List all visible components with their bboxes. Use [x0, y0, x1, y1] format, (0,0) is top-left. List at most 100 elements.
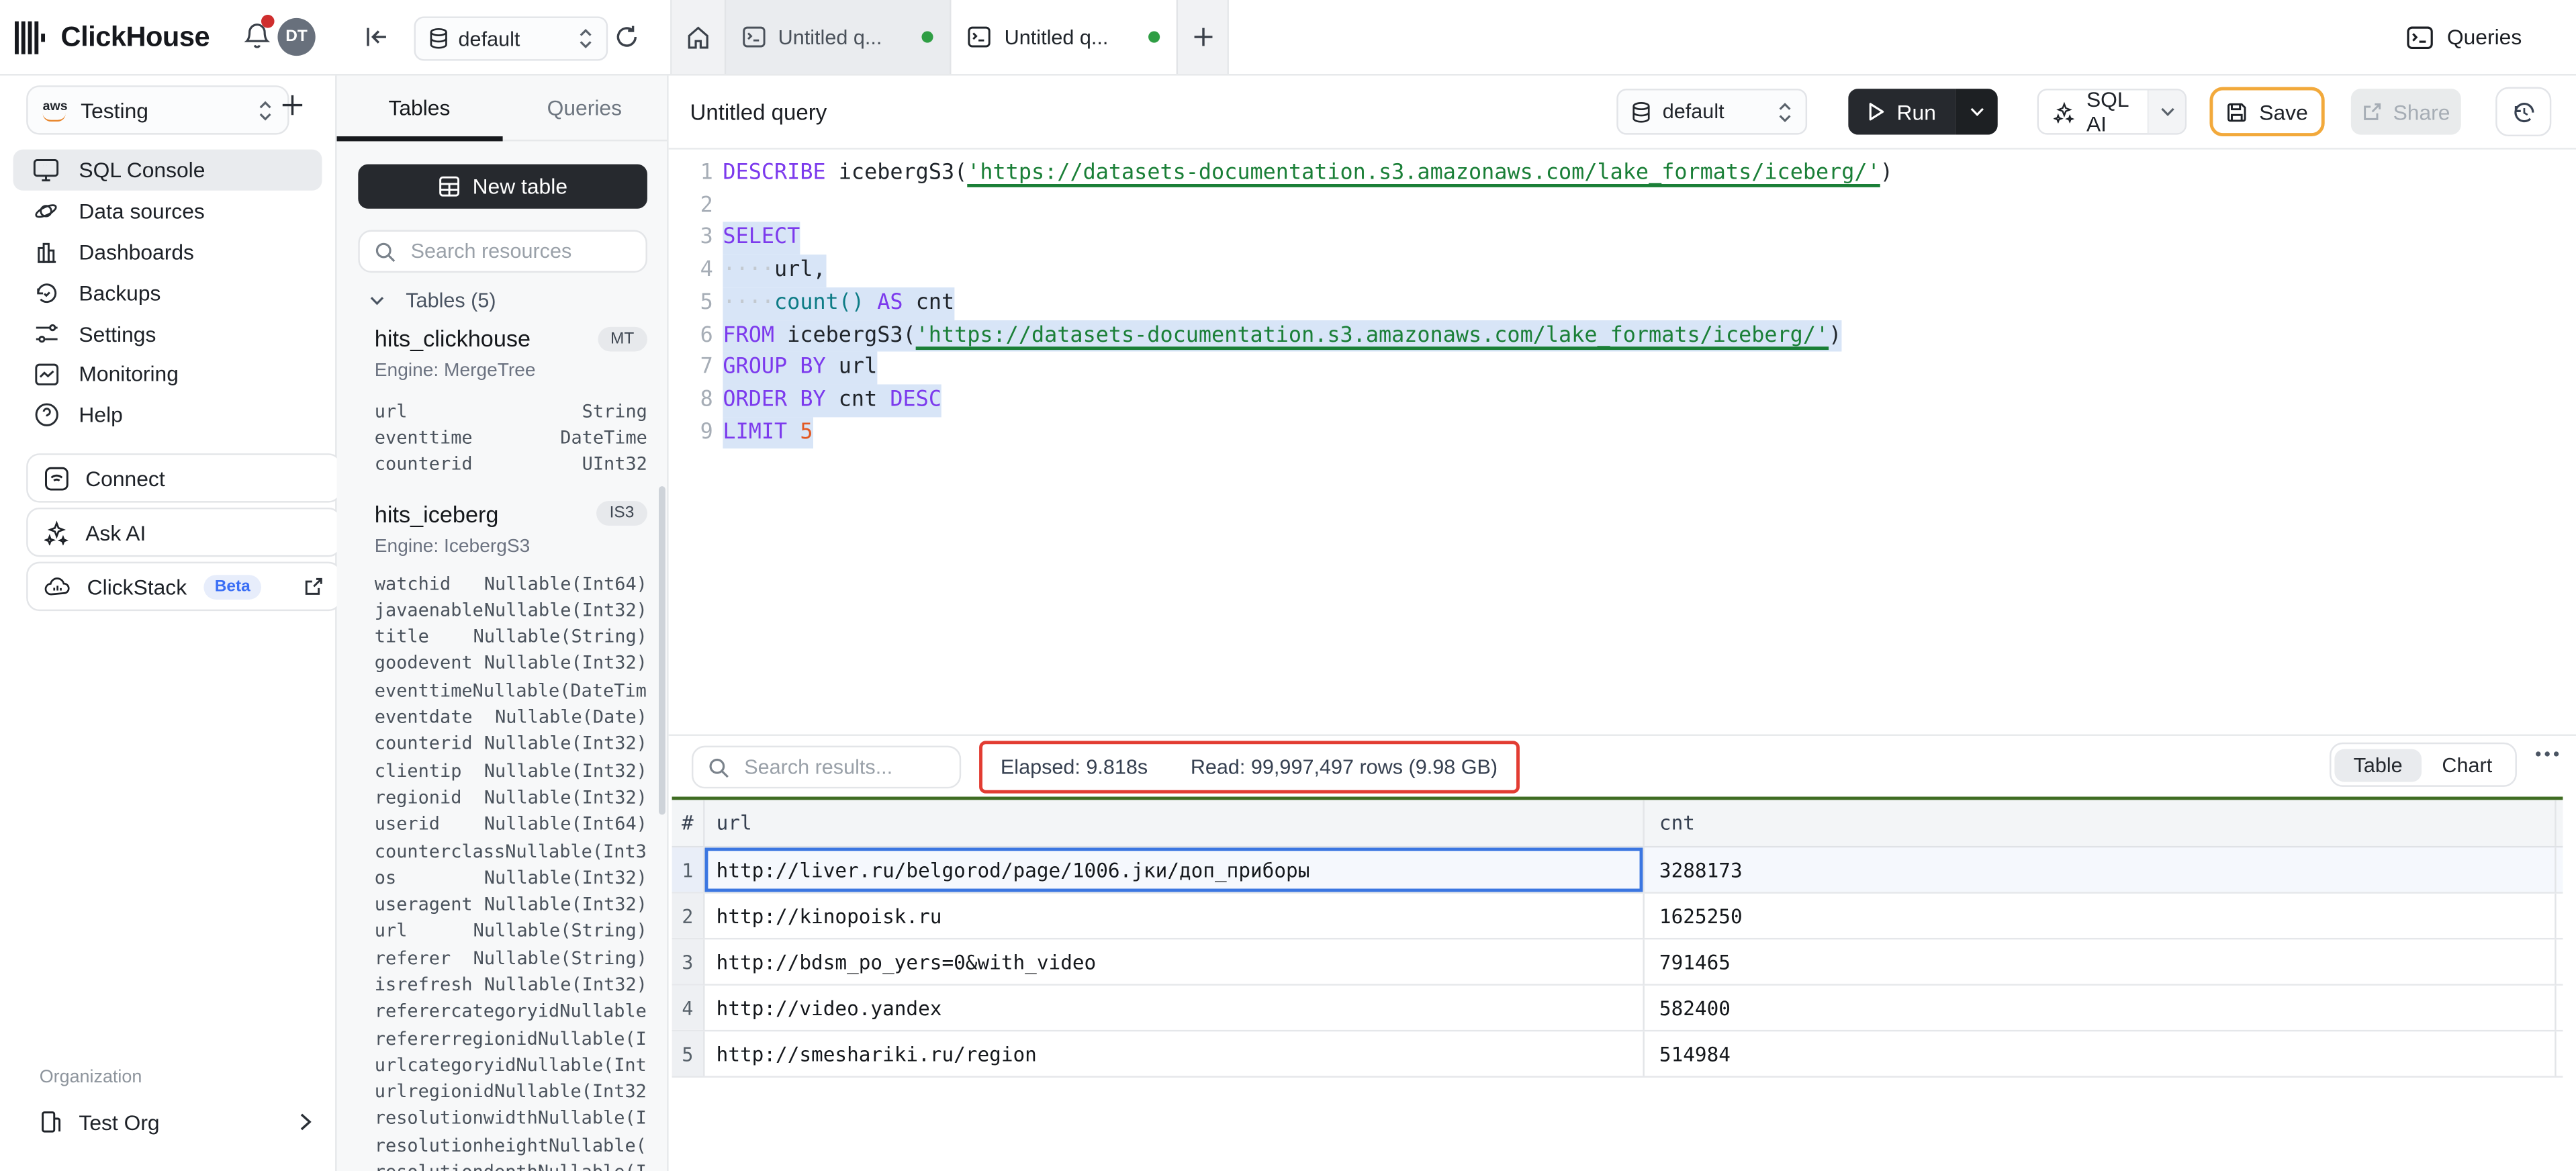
- avatar[interactable]: DT: [277, 18, 315, 56]
- cnt-cell[interactable]: 791465: [1645, 939, 2557, 984]
- sidebar-item-data-sources[interactable]: Data sources: [13, 191, 322, 232]
- code-line[interactable]: 1DESCRIBE icebergS3('https://datasets-do…: [669, 158, 2576, 190]
- sidebar-item-sql-console[interactable]: SQL Console: [13, 150, 322, 191]
- workspace-selector[interactable]: aws Testing: [26, 85, 289, 134]
- column-header-cnt[interactable]: cnt: [1645, 800, 2557, 846]
- org-selector[interactable]: Test Org: [26, 1100, 322, 1143]
- column-row[interactable]: urlString: [375, 397, 647, 424]
- column-row[interactable]: referercategoryidNullable(I: [375, 998, 647, 1025]
- column-row[interactable]: osNullable(Int32): [375, 864, 647, 891]
- column-row[interactable]: refererNullable(String): [375, 945, 647, 972]
- queries-button[interactable]: Queries: [2407, 0, 2522, 74]
- query-history-button[interactable]: [2495, 87, 2551, 136]
- clickstack-button[interactable]: ClickStack Beta: [26, 562, 342, 611]
- run-options-button[interactable]: [1955, 89, 1998, 135]
- code-line[interactable]: 4····url,: [669, 254, 2576, 287]
- column-row[interactable]: resolutionwidthNullable(Int: [375, 1105, 647, 1132]
- view-chart-button[interactable]: Chart: [2422, 748, 2512, 781]
- url-cell[interactable]: http://video.yandex: [705, 986, 1645, 1030]
- column-row[interactable]: counterclassNullable(Int32): [375, 837, 647, 864]
- column-row[interactable]: eventtimeNullable(DateTime6: [375, 677, 647, 704]
- tab-queries[interactable]: Queries: [502, 76, 667, 140]
- url-cell[interactable]: http://liver.ru/belgorod/page/1006.jки/д…: [705, 847, 1645, 892]
- table-row[interactable]: 4http://video.yandex582400: [672, 986, 2563, 1032]
- new-table-button[interactable]: New table: [358, 165, 647, 209]
- cnt-cell[interactable]: 1625250: [1645, 894, 2557, 938]
- resources-search-input[interactable]: [408, 238, 628, 265]
- sql-ai-options-button[interactable]: [2147, 89, 2184, 135]
- url-cell[interactable]: http://kinopoisk.ru: [705, 894, 1645, 938]
- column-row[interactable]: titleNullable(String): [375, 623, 647, 650]
- table-entry[interactable]: hits_clickhouseMTEngine: MergeTreeurlStr…: [375, 322, 647, 478]
- tab-untitled-query-1[interactable]: Untitled q...: [725, 0, 952, 74]
- code-line[interactable]: 8ORDER BY cnt DESC: [669, 384, 2576, 416]
- table-row[interactable]: 2http://kinopoisk.ru1625250: [672, 894, 2563, 940]
- code-line[interactable]: 9LIMIT 5: [669, 416, 2576, 449]
- column-row[interactable]: refererregionidNullable(Int: [375, 1025, 647, 1051]
- cnt-cell[interactable]: 582400: [1645, 986, 2557, 1030]
- column-row[interactable]: resolutionheightNullable(In: [375, 1132, 647, 1159]
- new-tab-button[interactable]: [1178, 0, 1227, 74]
- column-header-index[interactable]: #: [672, 800, 705, 846]
- column-row[interactable]: watchidNullable(Int64): [375, 570, 647, 597]
- save-button[interactable]: Save: [2209, 87, 2324, 136]
- column-row[interactable]: clientipNullable(Int32): [375, 757, 647, 784]
- code-line[interactable]: 5····count() AS cnt: [669, 287, 2576, 320]
- results-search[interactable]: [692, 746, 961, 789]
- table-entry[interactable]: hits_icebergIS3Engine: IcebergS3watchidN…: [375, 498, 647, 1171]
- column-row[interactable]: counteridUInt32: [375, 451, 647, 478]
- column-row[interactable]: useridNullable(Int64): [375, 810, 647, 837]
- column-row[interactable]: isrefreshNullable(Int32): [375, 972, 647, 998]
- add-service-button[interactable]: [281, 93, 304, 116]
- brand-logo[interactable]: ClickHouse: [15, 0, 210, 74]
- code-line[interactable]: 3SELECT: [669, 222, 2576, 254]
- sidebar-item-dashboards[interactable]: Dashboards: [13, 231, 322, 272]
- sidebar-item-settings[interactable]: Settings: [13, 313, 322, 354]
- sidebar-item-monitoring[interactable]: Monitoring: [13, 354, 322, 395]
- connect-button[interactable]: Connect: [26, 453, 342, 502]
- sidebar-item-help[interactable]: Help: [13, 395, 322, 436]
- results-search-input[interactable]: [741, 754, 944, 780]
- table-entry-head[interactable]: hits_clickhouseMT: [375, 322, 647, 355]
- column-row[interactable]: eventtimeDateTime: [375, 424, 647, 451]
- cnt-cell[interactable]: 3288173: [1645, 847, 2557, 892]
- query-title[interactable]: Untitled query: [690, 76, 827, 148]
- database-selector[interactable]: default: [414, 16, 608, 60]
- code-line[interactable]: 6FROM icebergS3('https://datasets-docume…: [669, 320, 2576, 352]
- table-row[interactable]: 5http://smeshariki.ru/region514984: [672, 1031, 2563, 1078]
- tab-untitled-query-2[interactable]: Untitled q...: [952, 0, 1178, 74]
- collapse-sidebar-icon[interactable]: [365, 26, 387, 48]
- sidebar-item-backups[interactable]: Backups: [13, 272, 322, 313]
- refresh-icon[interactable]: [614, 25, 639, 50]
- column-row[interactable]: resolutiondepthNullable(In: [375, 1159, 647, 1171]
- cnt-cell[interactable]: 514984: [1645, 1031, 2557, 1076]
- column-row[interactable]: regionidNullable(Int32): [375, 784, 647, 811]
- run-button[interactable]: Run: [1848, 89, 1955, 135]
- home-button[interactable]: [672, 0, 726, 74]
- column-row[interactable]: eventdateNullable(Date): [375, 704, 647, 731]
- column-row[interactable]: urlNullable(String): [375, 918, 647, 945]
- column-row[interactable]: goodeventNullable(Int32): [375, 650, 647, 677]
- table-entry-head[interactable]: hits_icebergIS3: [375, 498, 647, 530]
- tab-tables[interactable]: Tables: [337, 76, 502, 140]
- code-line[interactable]: 2: [669, 190, 2576, 222]
- column-header-url[interactable]: url: [705, 800, 1645, 846]
- resources-scrollbar[interactable]: [659, 486, 665, 814]
- sql-ai-button[interactable]: SQL AI: [2039, 89, 2147, 135]
- code-line[interactable]: 7GROUP BY url: [669, 352, 2576, 384]
- sql-editor[interactable]: 1DESCRIBE icebergS3('https://datasets-do…: [669, 150, 2576, 743]
- column-row[interactable]: useragentNullable(Int32): [375, 891, 647, 918]
- url-cell[interactable]: http://smeshariki.ru/region: [705, 1031, 1645, 1076]
- ask-ai-button[interactable]: Ask AI: [26, 508, 342, 557]
- table-row[interactable]: 1http://liver.ru/belgorod/page/1006.jки/…: [672, 847, 2563, 894]
- table-row[interactable]: 3http://bdsm_po_yers=0&with_video791465: [672, 939, 2563, 986]
- url-cell[interactable]: http://bdsm_po_yers=0&with_video: [705, 939, 1645, 984]
- view-table-button[interactable]: Table: [2334, 748, 2422, 781]
- editor-database-selector[interactable]: default: [1616, 89, 1807, 135]
- column-row[interactable]: urlcategoryidNullable(Int32: [375, 1051, 647, 1078]
- column-row[interactable]: counteridNullable(Int32): [375, 731, 647, 757]
- column-row[interactable]: javaenableNullable(Int32): [375, 597, 647, 624]
- more-options-icon[interactable]: [2535, 751, 2560, 757]
- share-button[interactable]: Share: [2351, 89, 2461, 135]
- column-row[interactable]: urlregionidNullable(Int32): [375, 1078, 647, 1105]
